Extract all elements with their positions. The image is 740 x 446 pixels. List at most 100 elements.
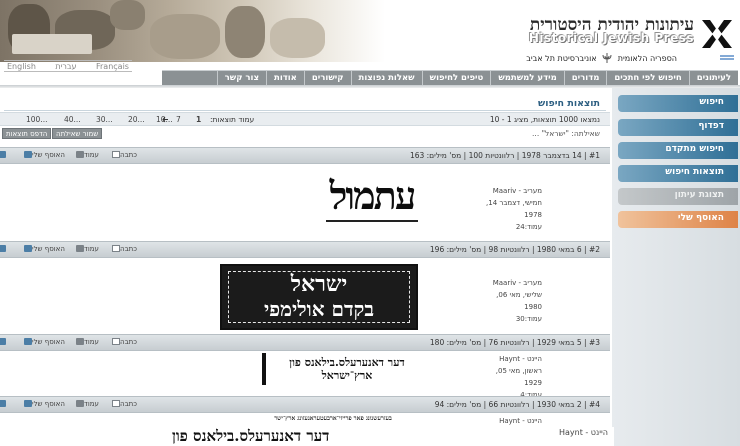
result-title-2[interactable]: #2 | 6 במאי 1980 | רלוונטיות 98 | מס' מי… bbox=[430, 245, 600, 254]
jewish-press-logo-icon bbox=[702, 20, 732, 48]
page-link-3[interactable]: עמוד bbox=[74, 338, 99, 346]
source-en-2: Maariv bbox=[492, 279, 517, 287]
page-link-100[interactable]: 100... bbox=[26, 115, 47, 124]
source-en-3: Haynt bbox=[499, 355, 520, 363]
collection-icon bbox=[0, 151, 6, 158]
overlay-source-en: Haynt bbox=[558, 428, 583, 437]
previous-arrow-icon[interactable] bbox=[162, 116, 169, 123]
year-1: 1978 bbox=[524, 211, 542, 219]
clipping-image-2[interactable]: ישראל בקדם אולימפי bbox=[220, 264, 418, 330]
current-page: 1 bbox=[196, 115, 202, 124]
collection-icon bbox=[0, 338, 6, 345]
page-label: עמוד תוצאות: bbox=[210, 115, 255, 124]
page-icon bbox=[76, 245, 84, 252]
nav-links[interactable]: קישורים bbox=[303, 71, 351, 85]
source-he-4: היינט - bbox=[522, 417, 542, 425]
result-header-1: האוסף שלי עמוד כתבה #1 | 14 בדצמבר 1978 … bbox=[0, 147, 610, 164]
year-3: 1929 bbox=[524, 379, 542, 387]
sidebar-item-newspaper-view: תצוגת עיתון bbox=[618, 188, 738, 205]
day-1: חמישי, דצמבר 14, bbox=[486, 199, 542, 207]
add-to-collection-4[interactable] bbox=[0, 400, 6, 408]
page-link-1[interactable]: עמוד bbox=[74, 151, 99, 159]
institution-names: הספריה הלאומית אוניברסיטת תל אביב bbox=[523, 53, 680, 63]
clipping-image-1[interactable]: עתמול bbox=[322, 167, 422, 237]
clipping-text-3a: דער דאנערעלס.בילאנס פון bbox=[289, 356, 405, 369]
result-title-1[interactable]: #1 | 14 בדצמבר 1978 | רלוונטיות 100 | מס… bbox=[410, 151, 600, 160]
source-he-1: מעריב - bbox=[518, 187, 542, 195]
pagination-bar: 100... 40... 30... 20... 10... 7 1 עמוד … bbox=[0, 112, 610, 126]
collection-link-3[interactable]: האוסף שלי bbox=[22, 338, 65, 346]
folder-icon bbox=[24, 400, 32, 407]
article-link-3[interactable]: כתבה bbox=[110, 338, 137, 346]
nav-about[interactable]: אודות bbox=[266, 71, 304, 85]
clipping-text-1: עתמול bbox=[329, 173, 417, 218]
sidebar: חיפוש דפדוף חיפוש מתקדם תוצאות חיפוש תצו… bbox=[612, 88, 740, 446]
page-link-20[interactable]: 20... bbox=[128, 115, 145, 124]
article-icon bbox=[112, 338, 120, 345]
folder-icon bbox=[24, 338, 32, 345]
print-results-button[interactable]: הדפס תוצאות bbox=[2, 128, 52, 139]
page-link-30[interactable]: 30... bbox=[96, 115, 113, 124]
collection-link-4[interactable]: האוסף שלי bbox=[22, 400, 65, 408]
nav-columns[interactable]: מדורים bbox=[563, 71, 607, 85]
page-num-1: עמוד:24 bbox=[515, 223, 542, 231]
article-link-4[interactable]: כתבה bbox=[110, 400, 137, 408]
language-switcher: English עברית Français bbox=[4, 60, 132, 72]
results-count-info: נמצאו 1000 תוצאות, מציג 1 - 10 bbox=[489, 115, 600, 124]
nav-search-tips[interactable]: טיפים לחיפוש bbox=[421, 71, 491, 85]
source-en-1: Maariv bbox=[492, 187, 517, 195]
article-link-1[interactable]: כתבה bbox=[110, 151, 137, 159]
page-link-7[interactable]: 7 bbox=[176, 115, 181, 124]
sidebar-item-browse[interactable]: דפדוף bbox=[618, 119, 738, 136]
nli-name[interactable]: הספריה הלאומית bbox=[618, 54, 677, 63]
tau-name[interactable]: אוניברסיטת תל אביב bbox=[526, 54, 596, 63]
source-he-2: מעריב - bbox=[518, 279, 542, 287]
sidebar-item-search-results[interactable]: תוצאות חיפוש bbox=[618, 165, 738, 182]
add-to-collection-1[interactable] bbox=[0, 151, 6, 159]
search-results-panel: תוצאות חיפוש 100... 40... 30... 20... 10… bbox=[0, 88, 610, 446]
nav-faq[interactable]: שאלות נפוצות bbox=[350, 71, 422, 85]
page-link-4[interactable]: עמוד bbox=[74, 400, 99, 408]
day-3: ראשון, מאי 05, bbox=[495, 367, 542, 375]
year-2: 1980 bbox=[524, 303, 542, 311]
lang-english[interactable]: English bbox=[4, 62, 39, 71]
result-title-3[interactable]: #3 | 5 במאי 1929 | רלוונטיות 76 | מס' מי… bbox=[430, 338, 600, 347]
add-to-collection-3[interactable] bbox=[0, 338, 6, 346]
article-icon bbox=[112, 151, 120, 158]
result-meta-2: מעריב - Maariv שלישי, מאי 06, 1980 עמוד:… bbox=[472, 277, 542, 325]
add-to-collection-2[interactable] bbox=[0, 245, 6, 253]
collection-icon bbox=[0, 400, 6, 407]
source-en-4: Haynt bbox=[499, 417, 520, 425]
folder-icon bbox=[24, 245, 32, 252]
result-title-4[interactable]: #4 | 2 במאי 1930 | רלוונטיות 66 | מס' מי… bbox=[435, 400, 600, 409]
nav-user-info[interactable]: מידע למשתמש bbox=[490, 71, 563, 85]
day-2: שלישי, מאי 06, bbox=[496, 291, 542, 299]
lang-hebrew[interactable]: עברית bbox=[52, 62, 79, 71]
folder-icon bbox=[24, 151, 32, 158]
page-icon bbox=[76, 400, 84, 407]
sidebar-item-advanced-search[interactable]: חיפוש מתקדם bbox=[618, 142, 738, 159]
page-link-40[interactable]: 40... bbox=[64, 115, 81, 124]
tau-logo-icon bbox=[720, 55, 734, 60]
article-link-2[interactable]: כתבה bbox=[110, 245, 137, 253]
result-meta-4: היינט - Haynt bbox=[472, 415, 542, 427]
collection-link-1[interactable]: האוסף שלי bbox=[22, 151, 65, 159]
result-meta-1: מעריב - Maariv חמישי, דצמבר 14, 1978 עמו… bbox=[472, 185, 542, 233]
results-title: תוצאות חיפוש bbox=[538, 98, 600, 109]
nli-menorah-icon bbox=[602, 53, 612, 63]
save-query-button[interactable]: שמור שאילתה bbox=[52, 128, 103, 139]
header-photo-collage bbox=[0, 0, 385, 62]
clipping-text-4: בעזרעשנונג פאר פרייזי־ארבעטעראנעזונג ארץ… bbox=[274, 415, 392, 422]
clipping-image-4[interactable]: בעזרעשנונג פאר פרייזי־ארבעטעראנעזונג ארץ… bbox=[248, 415, 418, 423]
page-link-2[interactable]: עמוד bbox=[74, 245, 99, 253]
sidebar-item-my-collection[interactable]: האוסף שלי bbox=[618, 211, 738, 228]
nav-search-by-section[interactable]: חיפוש לפי חתכים bbox=[606, 71, 688, 85]
nav-contact[interactable]: צור קשר bbox=[216, 71, 266, 85]
clipping-image-3[interactable]: דער דאנערעלס.בילאנס פון ארץ־ישראל bbox=[262, 353, 428, 385]
lang-french[interactable]: Français bbox=[93, 62, 132, 71]
sidebar-item-search[interactable]: חיפוש bbox=[618, 95, 738, 112]
nav-newspapers[interactable]: לעיתונים bbox=[688, 71, 738, 85]
title-divider bbox=[4, 110, 606, 111]
collection-link-2[interactable]: האוסף שלי bbox=[22, 245, 65, 253]
result-meta-3: היינט - Haynt ראשון, מאי 05, 1929 עמוד:4 bbox=[472, 353, 542, 401]
